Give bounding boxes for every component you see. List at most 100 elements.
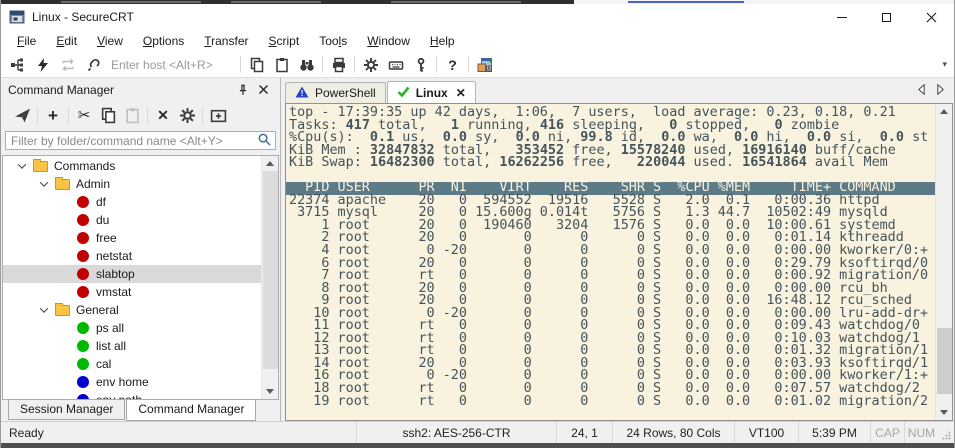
keymap-keyboard-icon[interactable] [383, 53, 408, 77]
resize-grip[interactable] [938, 422, 954, 443]
tab-scroll-right-icon[interactable] [937, 84, 944, 98]
tree-command[interactable]: list all [3, 337, 261, 355]
tree-item-label: ps all [96, 321, 124, 335]
command-dot-icon [77, 196, 89, 208]
toolbar-separator [322, 56, 323, 73]
folder-icon [33, 161, 48, 172]
help-icon[interactable]: ? [440, 53, 465, 77]
options-gear-icon[interactable] [358, 53, 383, 77]
print-icon[interactable] [326, 53, 351, 77]
terminal-scrollbar[interactable] [935, 104, 952, 420]
tree-command[interactable]: df [3, 193, 261, 211]
menu-view[interactable]: View [87, 31, 133, 51]
new-folder-icon[interactable] [206, 104, 230, 126]
command-dot-icon [77, 250, 89, 262]
session-tab-powershell[interactable]: !PowerShell [285, 82, 386, 103]
tab-scroll-left-icon[interactable] [918, 84, 925, 98]
session-tab-label: Linux [416, 86, 448, 100]
menu-options[interactable]: Options [133, 31, 194, 51]
command-dot-icon [77, 358, 89, 370]
scroll-down-icon[interactable] [262, 384, 278, 399]
tree-command[interactable]: ps all [3, 319, 261, 337]
tab-close-icon[interactable]: ✕ [456, 86, 466, 100]
toolbar-separator [354, 56, 355, 73]
add-command-icon[interactable]: + [41, 104, 65, 126]
chevron-down-icon[interactable] [33, 307, 55, 313]
paste-icon[interactable] [120, 104, 144, 126]
paste-icon[interactable] [269, 53, 294, 77]
menu-file[interactable]: File [7, 31, 46, 51]
terminal-screen[interactable]: top - 17:39:35 up 42 days, 1:06, 7 users… [286, 104, 935, 420]
scroll-thumb[interactable] [263, 171, 278, 369]
tree-command[interactable]: free [3, 229, 261, 247]
toolbar-separator [436, 56, 437, 73]
chevron-down-icon[interactable] [33, 181, 55, 187]
session-manager-icon[interactable] [5, 53, 30, 77]
close-icon [926, 12, 937, 23]
menu-window[interactable]: Window [357, 31, 420, 51]
reconnect-icon[interactable] [55, 53, 80, 77]
tree-command[interactable]: slabtop [3, 265, 261, 283]
scroll-up-icon[interactable] [262, 156, 278, 171]
find-icon[interactable] [294, 53, 319, 77]
tree-item-label: env path [96, 393, 142, 400]
menu-script[interactable]: Script [259, 31, 310, 51]
scroll-down-icon[interactable] [936, 405, 952, 420]
delete-icon[interactable]: ✕ [151, 104, 175, 126]
session-tab-linux[interactable]: Linux ✕ [387, 81, 476, 103]
tree-scrollbar[interactable] [261, 156, 278, 399]
panel-tab-strip: Session ManagerCommand Manager [1, 400, 280, 421]
tree-command[interactable]: env path [3, 391, 261, 400]
command-toolbar: + ✂ ✕ [1, 101, 280, 129]
tree-command[interactable]: env home [3, 373, 261, 391]
scroll-up-icon[interactable] [936, 104, 952, 119]
session-options-icon[interactable] [472, 53, 497, 77]
tree-command[interactable]: cal [3, 355, 261, 373]
tree-command[interactable]: vmstat [3, 283, 261, 301]
pin-icon[interactable] [233, 81, 253, 99]
tree-folder[interactable]: General [3, 301, 261, 319]
quick-connect-icon[interactable] [30, 53, 55, 77]
taskbar-sliver [1, 443, 954, 448]
tree-item-label: Admin [76, 177, 110, 191]
menu-tools[interactable]: Tools [309, 31, 357, 51]
tree-command[interactable]: du [3, 211, 261, 229]
tree-item-label: list all [96, 339, 126, 353]
host-input[interactable] [109, 57, 237, 73]
panel-close-icon[interactable] [253, 81, 273, 99]
copy-icon[interactable] [244, 53, 269, 77]
command-dot-icon [77, 322, 89, 334]
filter-input[interactable] [9, 133, 257, 149]
close-button[interactable] [909, 4, 954, 30]
copy-icon[interactable] [96, 104, 120, 126]
menu-edit[interactable]: Edit [46, 31, 87, 51]
terminal-line: KiB Swap: 16482300 total, 16262256 free,… [286, 157, 935, 170]
scroll-thumb[interactable] [937, 328, 952, 394]
key-icon[interactable] [408, 53, 433, 77]
tree-folder[interactable]: Commands [3, 157, 261, 175]
main-area: Command Manager + ✂ ✕ [1, 78, 954, 421]
session-tabbar: !PowerShell Linux ✕ [285, 81, 476, 103]
cut-icon[interactable]: ✂ [72, 104, 96, 126]
minimize-button[interactable] [819, 4, 864, 30]
toolbar-overflow-icon[interactable]: ▾ [942, 59, 947, 70]
search-icon [257, 132, 272, 150]
panel-header: Command Manager [1, 78, 280, 101]
panel-tab-session-manager[interactable]: Session Manager [8, 400, 125, 420]
menu-transfer[interactable]: Transfer [194, 31, 258, 51]
disconnect-icon[interactable] [80, 53, 105, 77]
session-tab-label: PowerShell [315, 86, 376, 100]
settings-gear-icon[interactable] [175, 104, 199, 126]
tree-item-label: netstat [96, 249, 132, 263]
tree-command[interactable]: netstat [3, 247, 261, 265]
tree-folder[interactable]: Admin [3, 175, 261, 193]
maximize-button[interactable] [864, 4, 909, 30]
chevron-down-icon[interactable] [11, 163, 33, 169]
send-command-icon[interactable] [10, 104, 34, 126]
panel-tab-command-manager[interactable]: Command Manager [126, 400, 256, 421]
tree-item-label: Commands [54, 159, 115, 173]
command-dot-icon [77, 268, 89, 280]
menu-help[interactable]: Help [420, 31, 465, 51]
minimize-icon [837, 17, 847, 18]
main-toolbar: ? ▾ [1, 52, 954, 78]
